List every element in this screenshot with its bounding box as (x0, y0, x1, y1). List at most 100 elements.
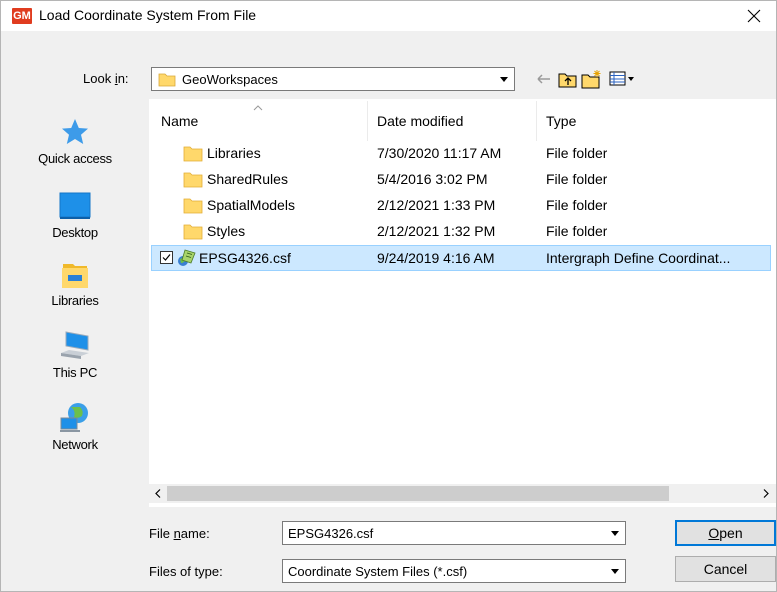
file-type: File folder (546, 145, 608, 161)
places-bar: Quick access Desktop Libraries This PC N… (3, 99, 147, 505)
folder-icon (158, 73, 176, 87)
file-type: File folder (546, 197, 608, 213)
cancel-button-label: Cancel (703, 561, 748, 577)
file-row-selected[interactable]: EPSG4326.csf 9/24/2019 4:16 AM Intergrap… (151, 245, 771, 271)
column-header-type-label: Type (546, 113, 577, 129)
file-name: SpatialModels (207, 197, 295, 213)
file-type: File folder (546, 223, 608, 239)
file-name-combobox[interactable]: EPSG4326.csf (282, 521, 626, 545)
place-label: Libraries (51, 293, 99, 308)
sort-ascending-icon (253, 105, 263, 111)
file-name-input[interactable]: EPSG4326.csf (288, 526, 373, 541)
row-checkbox[interactable] (160, 251, 173, 264)
open-button-label: Open (708, 525, 742, 541)
load-coordinate-system-dialog: GM Load Coordinate System From File Look… (0, 0, 777, 592)
open-label-rest: pen (719, 525, 743, 541)
file-name: EPSG4326.csf (199, 250, 291, 266)
file-name-label-access-key: n (173, 526, 181, 541)
file-name-dropdown-button[interactable] (606, 524, 623, 542)
files-of-type-dropdown-button[interactable] (606, 562, 623, 580)
open-button[interactable]: Open (675, 520, 776, 546)
chevron-down-icon (610, 530, 619, 536)
file-row[interactable]: SpatialModels 2/12/2021 1:33 PM File fol… (151, 193, 771, 219)
chevron-down-icon (610, 568, 619, 574)
chevron-down-icon (499, 76, 508, 82)
place-desktop[interactable]: Desktop (3, 183, 147, 253)
file-name: SharedRules (207, 171, 288, 187)
back-arrow-icon (537, 74, 550, 84)
file-name: Libraries (207, 145, 261, 161)
file-date: 2/12/2021 1:32 PM (377, 223, 496, 239)
back-button[interactable] (533, 68, 555, 90)
look-in-dropdown-button[interactable] (495, 70, 512, 88)
close-button[interactable] (732, 1, 776, 31)
chevron-right-icon (763, 489, 769, 498)
scrollbar-thumb[interactable] (167, 486, 669, 501)
file-row[interactable]: Libraries 7/30/2020 11:17 AM File folder (151, 141, 771, 167)
file-name: Styles (207, 223, 246, 239)
checkmark-icon (162, 254, 171, 261)
file-name-label: File name: (149, 526, 210, 541)
look-in-value: GeoWorkspaces (182, 72, 278, 87)
column-header-name[interactable]: Name (161, 113, 198, 129)
geomedia-app-icon: GM (12, 8, 32, 24)
column-header-type[interactable]: Type (546, 113, 576, 129)
folder-icon (183, 198, 203, 214)
place-label: Network (52, 437, 98, 452)
files-of-type-dropdown[interactable]: Coordinate System Files (*.csf) (282, 559, 626, 583)
place-quick-access[interactable]: Quick access (3, 109, 147, 179)
file-type: Intergraph Define Coordinat... (546, 250, 731, 266)
close-icon (747, 9, 761, 23)
libraries-icon (62, 264, 88, 288)
up-one-level-button[interactable] (557, 68, 579, 90)
horizontal-scrollbar[interactable] (149, 484, 776, 503)
place-libraries[interactable]: Libraries (3, 251, 147, 321)
file-date: 7/30/2020 11:17 AM (377, 145, 502, 161)
place-label: Desktop (52, 225, 98, 240)
computer-icon (61, 331, 89, 359)
scroll-right-button[interactable] (757, 484, 774, 503)
file-name-label-suffix: ame: (180, 526, 210, 541)
place-this-pc[interactable]: This PC (3, 323, 147, 393)
desktop-icon (59, 192, 91, 219)
cancel-button[interactable]: Cancel (675, 556, 776, 582)
column-header-date-label: Date modified (377, 113, 464, 129)
dialog-title: Load Coordinate System From File (39, 7, 257, 23)
star-icon (62, 119, 88, 144)
folder-icon (183, 224, 203, 240)
file-list[interactable]: Name Date modified Type Libraries 7/30/2… (149, 99, 776, 507)
look-in-label-suffix: n: (117, 71, 129, 86)
file-type: File folder (546, 171, 608, 187)
open-access-key: O (708, 525, 720, 541)
place-label: Quick access (38, 151, 112, 166)
place-network[interactable]: Network (3, 395, 147, 465)
file-name-label-prefix: File (149, 526, 174, 541)
folder-up-icon (558, 73, 577, 88)
network-icon (60, 403, 88, 432)
new-folder-button[interactable] (581, 68, 603, 90)
title-bar: GM Load Coordinate System From File (1, 1, 776, 31)
look-in-label: Look in: (83, 71, 129, 86)
look-in-label-prefix: Look (83, 71, 115, 86)
column-separator[interactable] (536, 101, 537, 141)
file-row[interactable]: SharedRules 5/4/2016 3:02 PM File folder (151, 167, 771, 193)
file-date: 5/4/2016 3:02 PM (377, 171, 488, 187)
file-date: 9/24/2019 4:16 AM (377, 250, 495, 266)
column-header-date-modified[interactable]: Date modified (377, 113, 463, 129)
file-row[interactable]: Styles 2/12/2021 1:32 PM File folder (151, 219, 771, 245)
scroll-left-button[interactable] (149, 484, 166, 503)
folder-icon (183, 172, 203, 188)
files-of-type-label: Files of type: (149, 564, 223, 579)
view-menu-button[interactable] (607, 68, 637, 90)
look-in-dropdown[interactable]: GeoWorkspaces (151, 67, 515, 91)
view-list-icon (609, 71, 634, 86)
place-label: This PC (52, 365, 98, 380)
column-header-name-label: Name (161, 113, 199, 129)
file-date: 2/12/2021 1:33 PM (377, 197, 496, 213)
column-separator[interactable] (367, 101, 368, 141)
csf-file-icon (178, 249, 196, 266)
new-folder-icon (581, 70, 601, 89)
files-of-type-value: Coordinate System Files (*.csf) (288, 564, 468, 579)
chevron-left-icon (154, 489, 160, 498)
folder-icon (183, 146, 203, 162)
